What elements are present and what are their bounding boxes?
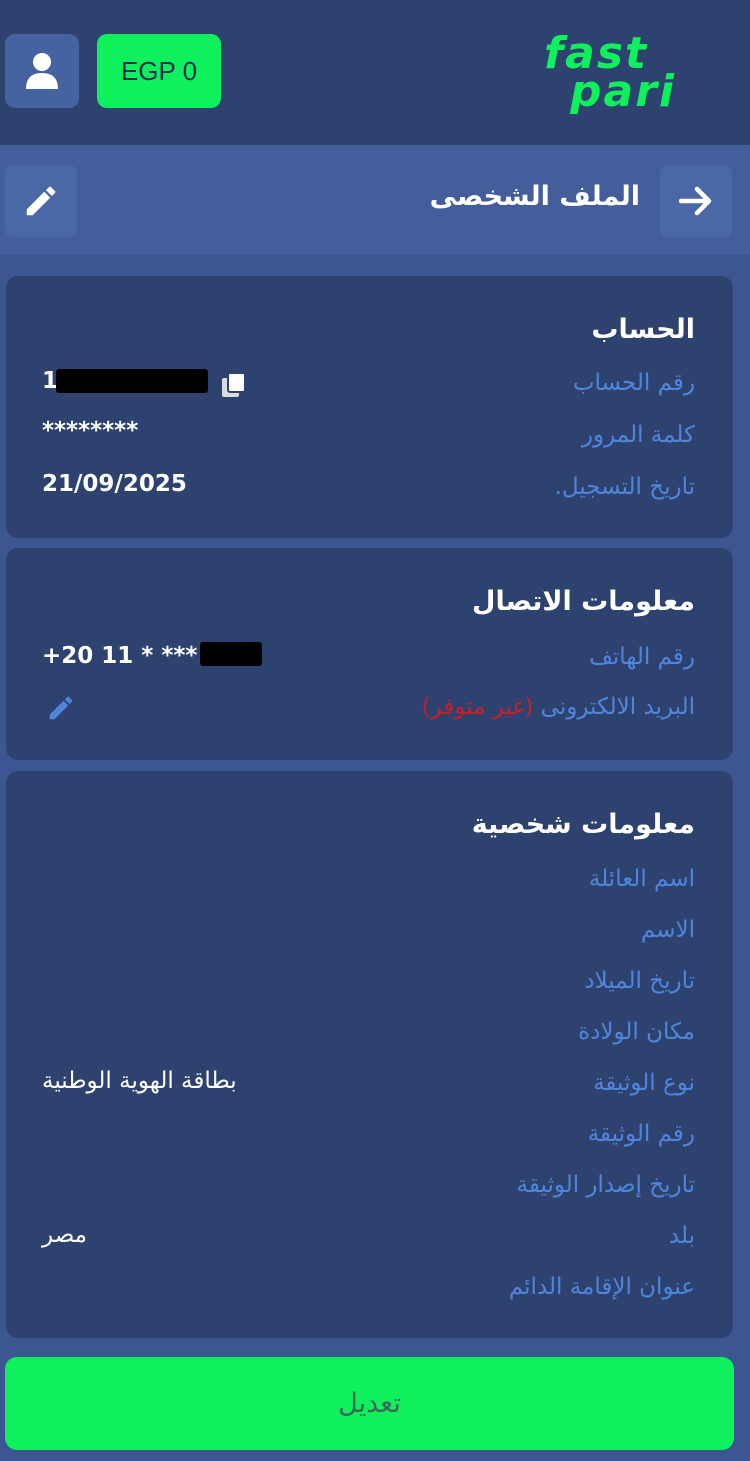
phone-redaction (200, 642, 262, 666)
copy-icon[interactable] (220, 371, 248, 399)
user-icon (26, 53, 58, 89)
email-status: (غير متوفر) (421, 694, 534, 720)
phone-label: رقم الهاتف (589, 644, 695, 670)
edit-button-label: تعديل (338, 1388, 401, 1419)
back-button[interactable] (660, 165, 732, 237)
document-number-label: رقم الوثيقة (587, 1121, 695, 1147)
birth-place-label: مكان الولادة (578, 1019, 695, 1045)
password-label: كلمة المرور (581, 422, 695, 448)
profile-header: الملف الشخصى (0, 145, 750, 255)
email-label: البريد الالكترونى (540, 694, 695, 720)
permanent-address-label: عنوان الإقامة الدائم (508, 1274, 695, 1300)
account-title: الحساب (591, 314, 695, 345)
edit-profile-button[interactable] (5, 165, 77, 237)
document-issue-date-label: تاريخ إصدار الوثيقة (516, 1172, 695, 1198)
account-card: الحساب رقم الحساب 1 كلمة المرور ********… (6, 276, 733, 538)
document-type-label: نوع الوثيقة (593, 1070, 695, 1096)
logo-text-pari: pari (569, 66, 676, 114)
account-number-label: رقم الحساب (572, 370, 695, 396)
fastpari-logo[interactable]: fast pari (540, 28, 720, 114)
edit-email-icon[interactable] (46, 693, 76, 723)
contact-title: معلومات الاتصال (472, 586, 695, 617)
registration-date-label: تاريخ التسجيل. (554, 474, 695, 500)
registration-date-value: 21/09/2025 (42, 471, 187, 497)
country-value: مصر (42, 1222, 87, 1248)
last-name-label: اسم العائلة (588, 866, 695, 892)
personal-info-card: معلومات شخصية اسم العائلة الاسم تاريخ ال… (6, 771, 733, 1338)
top-bar: EGP 0 fast pari (0, 0, 750, 145)
pencil-icon (26, 186, 56, 216)
contact-card: معلومات الاتصال رقم الهاتف +20 11 * *** … (6, 548, 733, 760)
country-label: بلد (668, 1223, 695, 1249)
balance-button[interactable]: EGP 0 (97, 34, 221, 108)
edit-button[interactable]: تعديل (5, 1357, 734, 1450)
first-name-label: الاسم (640, 917, 695, 943)
page-title: الملف الشخصى (429, 181, 640, 212)
balance-label: EGP 0 (120, 55, 198, 86)
document-type-value: بطاقة الهوية الوطنية (42, 1068, 237, 1094)
personal-info-title: معلومات شخصية (471, 809, 695, 840)
email-label-row: البريد الالكترونى (غير متوفر) (422, 694, 695, 720)
profile-button[interactable] (5, 34, 79, 108)
birth-date-label: تاريخ الميلاد (584, 968, 695, 994)
password-value: ******** (42, 418, 139, 444)
phone-value: +20 11 * *** * (42, 643, 218, 669)
arrow-right-icon (679, 186, 712, 216)
account-number-redaction (56, 369, 208, 393)
